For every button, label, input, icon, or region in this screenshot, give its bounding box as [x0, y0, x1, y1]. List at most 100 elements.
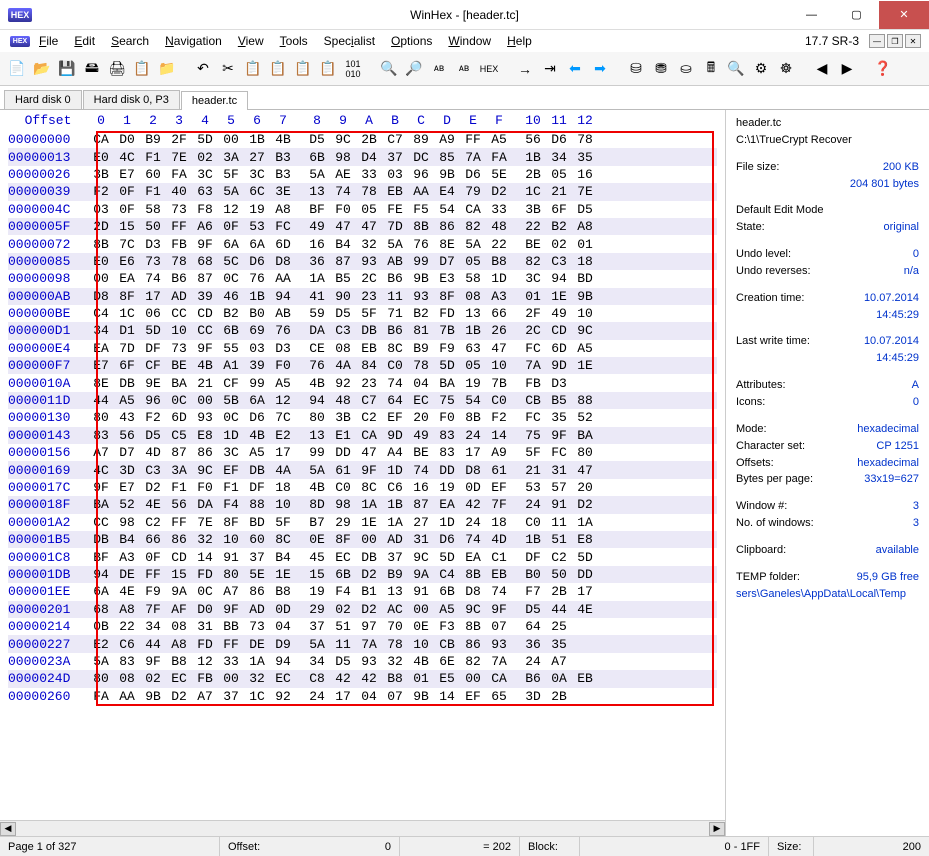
byte-cell[interactable]: 18	[270, 480, 296, 495]
byte-cell[interactable]: CD	[546, 323, 572, 338]
byte-cell[interactable]: 1B	[382, 497, 408, 512]
folder-icon[interactable]: 📁	[156, 58, 178, 80]
byte-cell[interactable]: C2	[356, 410, 382, 425]
byte-cell[interactable]: 35	[546, 410, 572, 425]
byte-cell[interactable]: 12	[192, 654, 218, 669]
byte-cell[interactable]: F4	[218, 497, 244, 512]
byte-cell[interactable]: 4A	[270, 463, 296, 478]
byte-cell[interactable]: A4	[382, 445, 408, 460]
byte-cell[interactable]: 6B	[304, 150, 330, 165]
byte-cell[interactable]: 37	[304, 619, 330, 634]
byte-cell[interactable]: 01	[520, 289, 546, 304]
mdi-minimize[interactable]: —	[869, 34, 885, 48]
help-icon[interactable]: ❓	[872, 58, 894, 80]
byte-cell[interactable]: 29	[304, 602, 330, 617]
byte-cell[interactable]: 61	[330, 463, 356, 478]
byte-cell[interactable]: BA	[166, 376, 192, 391]
byte-cell[interactable]: DF	[244, 480, 270, 495]
byte-cell[interactable]: 1B	[244, 132, 270, 147]
byte-cell[interactable]: DB	[88, 532, 114, 547]
byte-cell[interactable]: 42	[460, 497, 486, 512]
byte-cell[interactable]: 1E	[572, 358, 598, 373]
byte-cell[interactable]: D7	[114, 445, 140, 460]
byte-cell[interactable]: A9	[486, 445, 512, 460]
find-icon[interactable]: 🔍	[378, 58, 400, 80]
byte-cell[interactable]: 55	[218, 341, 244, 356]
byte-cell[interactable]: 5B	[218, 393, 244, 408]
byte-cell[interactable]: F2	[88, 184, 114, 199]
new-icon[interactable]: 📄	[6, 58, 28, 80]
byte-cell[interactable]: 5F	[270, 515, 296, 530]
hex-row[interactable]: 00000085E0E67378685CD6D8368793AB99D705B8…	[8, 253, 717, 270]
byte-cell[interactable]: D3	[270, 341, 296, 356]
hex-row[interactable]: 0000020168A87FAFD09FAD0D2902D2AC00A59C9F…	[8, 601, 717, 618]
byte-cell[interactable]: A5	[486, 132, 512, 147]
byte-cell[interactable]: 8F	[434, 289, 460, 304]
hex-row[interactable]: 0000024D800802ECFB0032ECC84242B801E500CA…	[8, 670, 717, 687]
byte-cell[interactable]: FB	[166, 237, 192, 252]
hex-row[interactable]: 000000BEC41C06CCCDB2B0AB59D55F71B2FD1366…	[8, 305, 717, 322]
byte-cell[interactable]: 24	[304, 689, 330, 704]
minimize-button[interactable]: —	[789, 1, 834, 29]
byte-cell[interactable]: 0E	[304, 532, 330, 547]
byte-cell[interactable]: 7E	[572, 184, 598, 199]
goto-icon[interactable]: →	[514, 58, 536, 80]
byte-cell[interactable]: 4E	[140, 497, 166, 512]
byte-cell[interactable]: A7	[546, 654, 572, 669]
byte-cell[interactable]: CC	[166, 306, 192, 321]
byte-cell[interactable]: 19	[460, 376, 486, 391]
byte-cell[interactable]: F2	[140, 410, 166, 425]
byte-cell[interactable]: 87	[192, 271, 218, 286]
hex-row[interactable]: 000001B5DBB466863210608C0E8F00AD31D6744D…	[8, 531, 717, 548]
byte-cell[interactable]: 5A	[304, 637, 330, 652]
byte-cell[interactable]: F1	[140, 184, 166, 199]
byte-cell[interactable]: 32	[192, 532, 218, 547]
byte-cell[interactable]: 54	[460, 393, 486, 408]
menu-search[interactable]: Search	[104, 32, 156, 50]
byte-cell[interactable]: DD	[572, 567, 598, 582]
byte-cell[interactable]: EF	[218, 463, 244, 478]
byte-cell[interactable]: 82	[460, 654, 486, 669]
byte-cell[interactable]: 1C	[244, 689, 270, 704]
byte-cell[interactable]: 60	[244, 532, 270, 547]
byte-cell[interactable]: D6	[244, 410, 270, 425]
byte-cell[interactable]: 8F	[330, 532, 356, 547]
byte-cell[interactable]: EC	[270, 671, 296, 686]
byte-cell[interactable]: 1B	[520, 532, 546, 547]
byte-cell[interactable]: 5E	[486, 167, 512, 182]
byte-cell[interactable]: D5	[572, 202, 598, 217]
byte-cell[interactable]: DE	[114, 567, 140, 582]
byte-cell[interactable]: A5	[114, 393, 140, 408]
byte-cell[interactable]: 1D	[434, 515, 460, 530]
byte-cell[interactable]: BE	[520, 237, 546, 252]
byte-cell[interactable]: 0E	[408, 619, 434, 634]
byte-cell[interactable]: EB	[382, 184, 408, 199]
byte-cell[interactable]: 91	[218, 550, 244, 565]
byte-cell[interactable]: BE	[408, 445, 434, 460]
byte-cell[interactable]: 08	[460, 289, 486, 304]
byte-cell[interactable]: 47	[572, 463, 598, 478]
byte-cell[interactable]: B9	[408, 341, 434, 356]
byte-cell[interactable]: 96	[140, 393, 166, 408]
nav-fwd-icon[interactable]: ▶	[836, 58, 858, 80]
byte-cell[interactable]: B0	[520, 567, 546, 582]
byte-cell[interactable]: 01	[572, 237, 598, 252]
hex-row[interactable]: 0000017C9FE7D2F1F0F1DF184BC08CC616190DEF…	[8, 479, 717, 496]
byte-cell[interactable]: F0	[330, 202, 356, 217]
byte-cell[interactable]: 37	[218, 689, 244, 704]
byte-cell[interactable]: 8B	[408, 219, 434, 234]
binary-icon[interactable]: 101010	[342, 58, 364, 80]
copy-icon[interactable]: 📋	[242, 58, 264, 80]
byte-cell[interactable]: 91	[408, 584, 434, 599]
byte-cell[interactable]: 3A	[218, 150, 244, 165]
byte-cell[interactable]: 47	[330, 219, 356, 234]
byte-cell[interactable]: FC	[270, 219, 296, 234]
byte-cell[interactable]: 4D	[140, 445, 166, 460]
back-icon[interactable]: ⬅	[564, 58, 586, 80]
byte-cell[interactable]: C0	[382, 358, 408, 373]
byte-cell[interactable]: CB	[520, 393, 546, 408]
byte-cell[interactable]: F0	[192, 480, 218, 495]
byte-cell[interactable]: 4B	[408, 654, 434, 669]
byte-cell[interactable]: 8C	[382, 341, 408, 356]
props-icon[interactable]: 📋	[131, 58, 153, 80]
